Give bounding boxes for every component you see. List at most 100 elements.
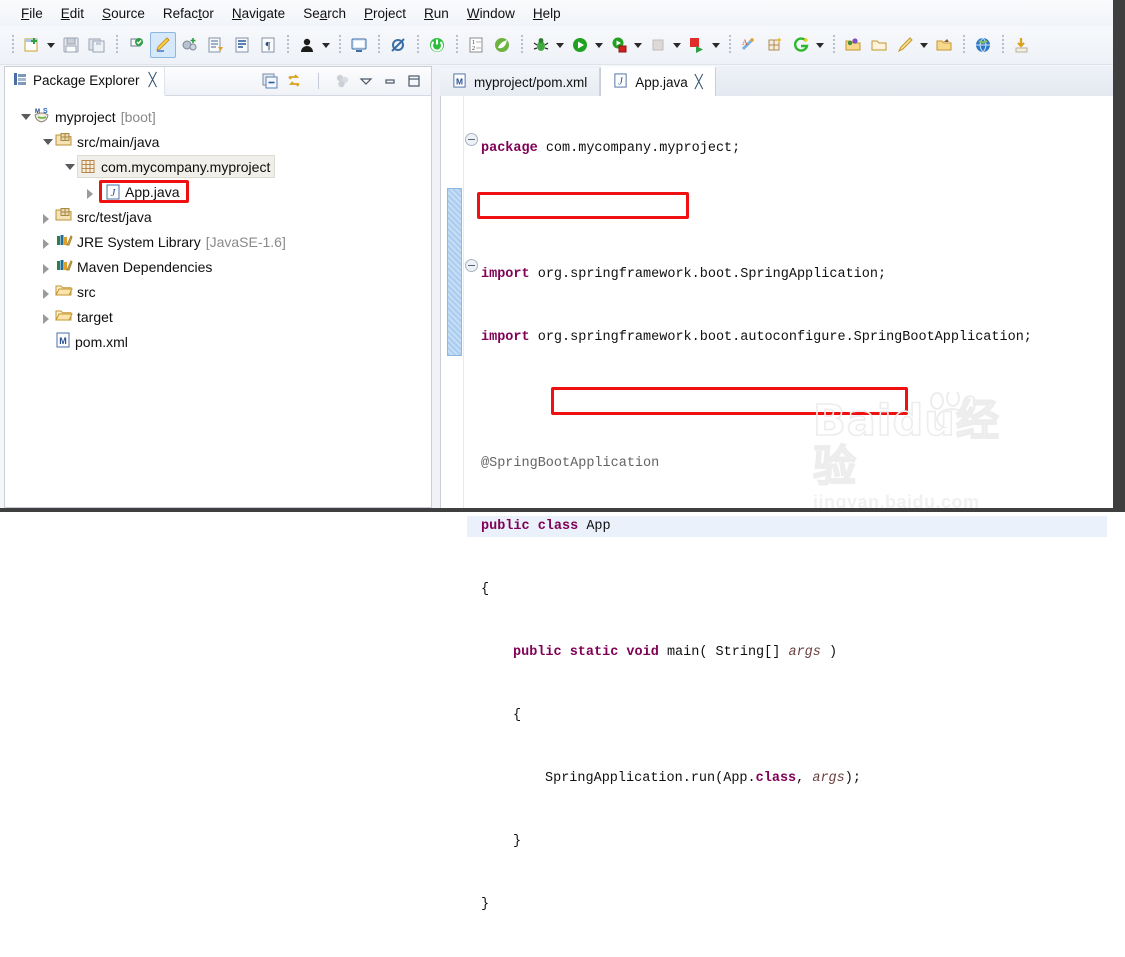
tree-item-src-main-java[interactable]: src/main/java — [11, 129, 431, 154]
open-type-icon[interactable] — [204, 33, 228, 57]
run-icon[interactable] — [568, 33, 592, 57]
save-icon[interactable] — [59, 33, 83, 57]
twisty-open-icon[interactable] — [61, 159, 77, 175]
power-icon[interactable] — [425, 33, 449, 57]
menu-item-refactor[interactable]: Refactor — [154, 3, 223, 24]
dropdown-arrow-icon[interactable] — [710, 34, 721, 56]
twisty-closed-icon[interactable] — [39, 309, 55, 325]
dropdown-arrow-icon[interactable] — [320, 34, 331, 56]
library-icon — [55, 232, 73, 251]
menu-item-project[interactable]: Project — [355, 3, 415, 24]
code-txt-run-end: ); — [844, 771, 861, 786]
paragraph-icon[interactable]: ¶ — [256, 33, 280, 57]
menu-item-search[interactable]: Search — [294, 3, 355, 24]
debug-bug-icon[interactable] — [529, 33, 553, 57]
tree-item-myproject[interactable]: MS myproject [boot] — [11, 104, 431, 129]
dropdown-arrow-icon[interactable] — [593, 34, 604, 56]
tree-item-package[interactable]: com.mycompany.myproject — [11, 154, 431, 179]
new-wizard-icon[interactable] — [20, 33, 44, 57]
menu-item-run[interactable]: Run — [415, 3, 458, 24]
menu-item-window[interactable]: Window — [458, 3, 524, 24]
focus-on-active-task-icon[interactable] — [331, 70, 353, 92]
close-icon[interactable]: ╳ — [695, 74, 703, 90]
tree-item-src-test-java[interactable]: src/test/java — [11, 204, 431, 229]
next-annotation-icon[interactable] — [893, 33, 917, 57]
twisty-closed-icon[interactable] — [39, 209, 55, 225]
tree-item-app-java[interactable]: J App.java — [11, 179, 431, 204]
tree-suffix-jre-system-library: [JavaSE-1.6] — [205, 233, 286, 250]
twisty-open-icon[interactable] — [39, 134, 55, 150]
editor-left-ruler[interactable] — [441, 96, 464, 508]
minimize-icon[interactable] — [379, 70, 401, 92]
dropdown-arrow-icon[interactable] — [554, 34, 565, 56]
tree-item-package-selection[interactable]: com.mycompany.myproject — [77, 155, 276, 178]
tree-item-maven-dependencies[interactable]: Maven Dependencies — [11, 254, 431, 279]
save-all-icon[interactable] — [85, 33, 109, 57]
open-resource-icon[interactable] — [841, 33, 865, 57]
download-icon[interactable] — [1010, 33, 1034, 57]
menu-item-file[interactable]: File — [12, 3, 52, 24]
open-task-icon[interactable] — [230, 33, 254, 57]
menu-accel-project: P — [364, 5, 374, 21]
print-icon[interactable] — [124, 33, 148, 57]
link-with-editor-icon[interactable] — [283, 70, 305, 92]
editor-tab-app-java[interactable]: J App.java ╳ — [600, 66, 716, 97]
tree-item-src[interactable]: src — [11, 279, 431, 304]
menu-item-edit[interactable]: Edit — [52, 3, 93, 24]
menu-item-help[interactable]: Help — [524, 3, 570, 24]
menu-item-navigate[interactable]: Navigate — [223, 3, 294, 24]
new-java-class-icon[interactable]: A — [737, 33, 761, 57]
tree-item-target[interactable]: target — [11, 304, 431, 329]
new-package-icon[interactable] — [763, 33, 787, 57]
person-icon[interactable] — [295, 33, 319, 57]
list-numbers-icon[interactable]: 12 — [464, 33, 488, 57]
twisty-closed-icon[interactable] — [39, 234, 55, 250]
console-icon[interactable] — [347, 33, 371, 57]
twisty-closed-icon[interactable] — [83, 184, 99, 200]
dropdown-arrow-icon[interactable] — [632, 34, 643, 56]
stop-icon[interactable] — [646, 33, 670, 57]
code-line-12: } — [467, 831, 1107, 852]
svg-text:J: J — [618, 76, 623, 87]
git-icon[interactable] — [789, 33, 813, 57]
globe-icon[interactable] — [971, 33, 995, 57]
dropdown-arrow-icon[interactable] — [814, 34, 825, 56]
dropdown-arrow-icon[interactable] — [918, 34, 929, 56]
dropdown-arrow-icon[interactable] — [45, 34, 56, 56]
toolbar-group-spring: 12 — [463, 30, 515, 60]
coverage-icon[interactable] — [685, 33, 709, 57]
package-explorer-tab-row: Package Explorer ╳ — [5, 66, 431, 96]
view-sash[interactable] — [432, 66, 440, 508]
dropdown-arrow-icon[interactable] — [671, 34, 682, 56]
highlight-pen-icon[interactable] — [150, 32, 176, 58]
toolbar-separator — [336, 34, 343, 56]
collapse-all-icon[interactable] — [259, 70, 281, 92]
tree-item-jre-system-library[interactable]: JRE System Library [JavaSE-1.6] — [11, 229, 431, 254]
menu-item-source[interactable]: Source — [93, 3, 154, 24]
maximize-icon[interactable] — [403, 70, 425, 92]
code-text[interactable]: package com.mycompany.myproject; import … — [467, 96, 1107, 912]
close-icon[interactable]: ╳ — [149, 72, 157, 88]
code-txt-run-comma: , — [796, 771, 813, 786]
menu-label-help: elp — [542, 5, 561, 21]
menu-accel-help: H — [532, 5, 543, 21]
previous-edit-icon[interactable] — [867, 33, 891, 57]
build-all-icon[interactable] — [178, 33, 202, 57]
twisty-closed-icon[interactable] — [39, 284, 55, 300]
tree-label-maven-dependencies: Maven Dependencies — [77, 258, 213, 275]
twisty-closed-icon[interactable] — [39, 259, 55, 275]
tree-item-pom-xml[interactable]: M pom.xml — [11, 329, 431, 354]
editor-tab-pom-xml[interactable]: M myproject/pom.xml — [440, 68, 601, 96]
skip-breakpoints-icon[interactable] — [386, 33, 410, 57]
toolbar-separator — [726, 34, 733, 56]
view-menu-icon[interactable] — [355, 70, 377, 92]
tree-label-myproject: myproject — [55, 108, 116, 125]
twisty-open-icon[interactable] — [17, 109, 33, 125]
run-external-icon[interactable] — [607, 33, 631, 57]
toolbar-group-edit: ¶ — [123, 30, 281, 60]
tree-label-app-java: App.java — [125, 183, 180, 200]
package-explorer-tab[interactable]: Package Explorer ╳ — [5, 66, 166, 96]
spring-leaf-icon[interactable] — [490, 33, 514, 57]
toolbar-group-java-new: A — [736, 30, 827, 60]
back-icon[interactable] — [932, 33, 956, 57]
